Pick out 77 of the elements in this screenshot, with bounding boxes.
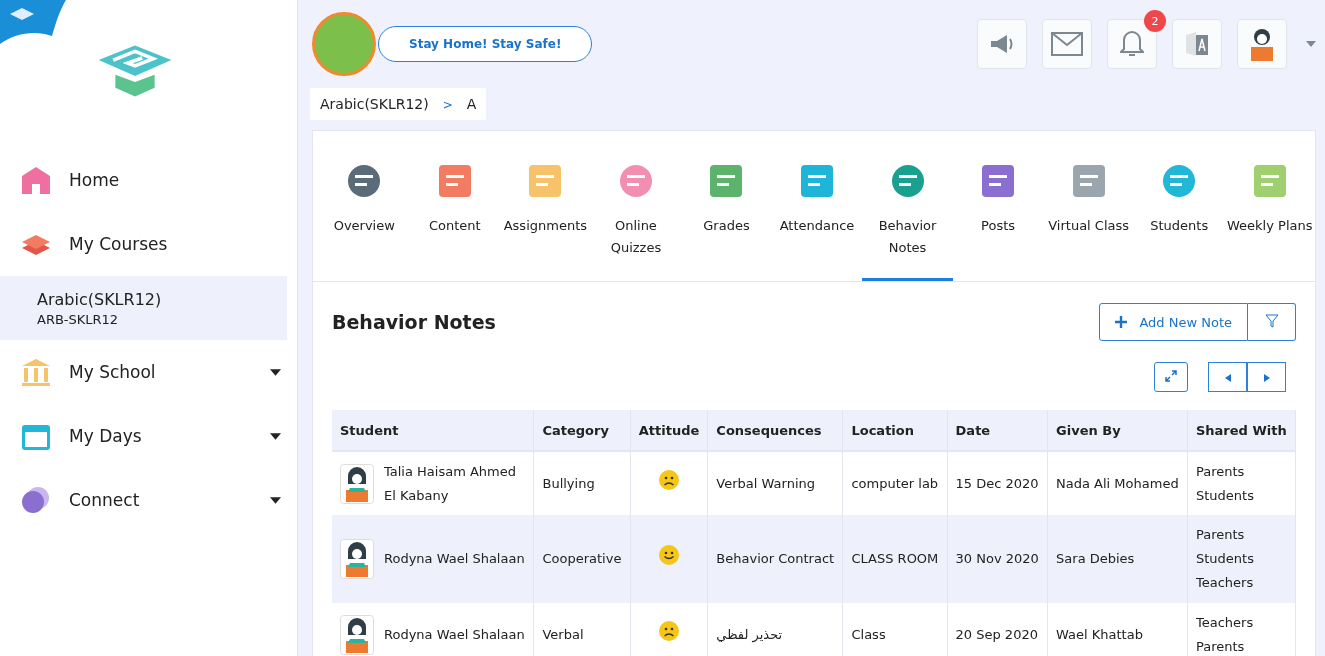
breadcrumb-separator: > — [442, 97, 453, 112]
connect-icon — [20, 484, 52, 516]
course-tab[interactable]: Assignments — [500, 131, 591, 281]
previous-button[interactable] — [1208, 362, 1247, 392]
student-name: Rodyna Wael Shalaan — [384, 626, 525, 644]
column-header: Location — [842, 410, 948, 451]
breadcrumb-item[interactable]: Arabic(SKLR12) — [320, 96, 429, 112]
table-cell: Wael Khattab — [1047, 603, 1188, 656]
bell-icon — [1120, 30, 1144, 58]
table-cell: Verbal — [533, 603, 631, 656]
expand-button[interactable] — [1154, 362, 1188, 392]
sidebar-item[interactable]: My Courses — [0, 212, 297, 276]
course-tab[interactable]: Behavior Notes — [862, 131, 953, 281]
filter-icon — [1264, 313, 1279, 328]
table-cell: CLASS ROOM — [842, 515, 948, 603]
filter-button[interactable] — [1248, 303, 1296, 341]
course-tab[interactable]: Online Quizzes — [590, 131, 682, 281]
course-tab[interactable]: Virtual Class — [1043, 131, 1134, 281]
plus-icon — [1115, 316, 1128, 328]
breadcrumb-item[interactable]: A — [466, 96, 477, 112]
sidebar-item[interactable]: My School — [0, 340, 297, 404]
student-name: Talia Haisam Ahmed El Kabany — [384, 462, 517, 505]
column-header: Category — [533, 410, 631, 451]
profile-button[interactable] — [1237, 19, 1287, 69]
caret-icon — [270, 368, 281, 376]
column-header: Given By — [1047, 410, 1188, 451]
table-cell: Sara Debies — [1047, 515, 1188, 603]
course-tab[interactable]: Posts — [952, 131, 1044, 281]
next-button[interactable] — [1247, 362, 1286, 392]
smiley-face-icon — [659, 545, 679, 565]
table-cell: 20 Sep 2020 — [947, 603, 1048, 656]
sidebar-item[interactable]: My Days — [0, 404, 297, 468]
section-title: Behavior Notes — [332, 311, 496, 333]
caret-icon[interactable] — [1306, 41, 1316, 47]
course-tab[interactable]: Attendance — [771, 131, 863, 281]
notifications-button[interactable] — [1107, 19, 1157, 69]
right-arrow-icon — [1263, 373, 1270, 382]
table-cell: Behavior Contract — [707, 515, 843, 603]
caret-icon — [270, 432, 281, 440]
table-cell: Class — [842, 603, 948, 656]
caret-icon — [270, 496, 281, 504]
column-header: Shared With — [1187, 410, 1296, 451]
left-arrow-icon — [1224, 373, 1231, 382]
course-tab[interactable]: Overview — [319, 131, 410, 281]
student-name: Rodyna Wael Shalaan — [384, 550, 525, 568]
corner-logo-icon — [0, 0, 66, 44]
course-tab[interactable]: Content — [409, 131, 501, 281]
notification-badge: 2 — [1144, 10, 1166, 32]
mascot-avatar — [312, 12, 376, 76]
column-header: Date — [947, 410, 1048, 451]
sidebar-item[interactable]: Home — [0, 148, 297, 212]
column-header: Consequences — [707, 410, 843, 451]
avatar-icon — [340, 463, 374, 504]
mail-button[interactable] — [1042, 19, 1092, 69]
table-cell: Teachers Parents — [1187, 603, 1296, 656]
course-tab[interactable]: Grades — [681, 131, 772, 281]
course-tab[interactable]: Students — [1133, 131, 1225, 281]
column-header: Student — [332, 410, 534, 451]
sad-face-icon — [659, 621, 679, 641]
school-icon — [20, 356, 52, 388]
table-cell: Cooperative — [533, 515, 631, 603]
announcement-button[interactable] — [977, 19, 1027, 69]
avatar-icon — [340, 539, 374, 579]
home-icon — [20, 164, 52, 196]
table-cell: تحذير لفظي — [707, 603, 843, 656]
course-tab[interactable]: Weekly Plans — [1224, 131, 1315, 281]
mail-icon — [1051, 32, 1083, 56]
sidebar-course-item[interactable]: Arabic(SKLR12) ARB-SKLR12 — [0, 276, 287, 340]
expand-icon — [1165, 369, 1177, 382]
sad-face-icon — [659, 469, 679, 490]
language-button[interactable] — [1172, 19, 1222, 69]
column-header: Attitude — [630, 410, 708, 451]
stay-safe-button[interactable]: Stay Home! Stay Safe! — [378, 26, 593, 62]
sidebar-item[interactable]: Connect — [0, 468, 297, 532]
table-cell: Parents Students Teachers — [1187, 515, 1296, 603]
table-cell: 30 Nov 2020 — [947, 515, 1048, 603]
add-note-button[interactable]: Add New Note — [1099, 303, 1248, 341]
